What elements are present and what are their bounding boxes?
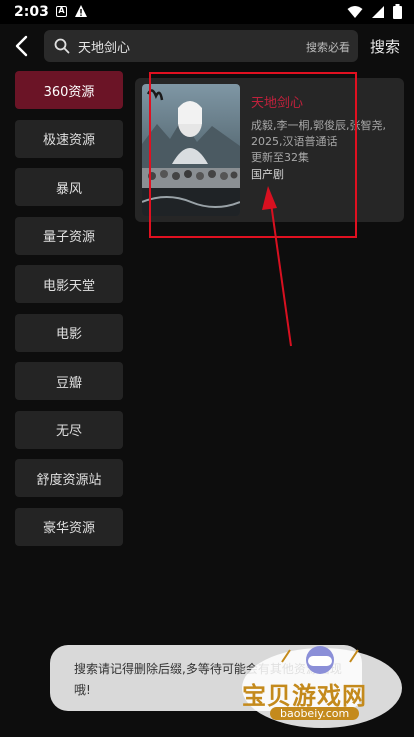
watermark-text: 宝贝游戏网 xyxy=(242,682,367,710)
annotation-arrow-icon xyxy=(262,186,292,347)
watermark-url: baobeiy.com xyxy=(270,707,360,720)
